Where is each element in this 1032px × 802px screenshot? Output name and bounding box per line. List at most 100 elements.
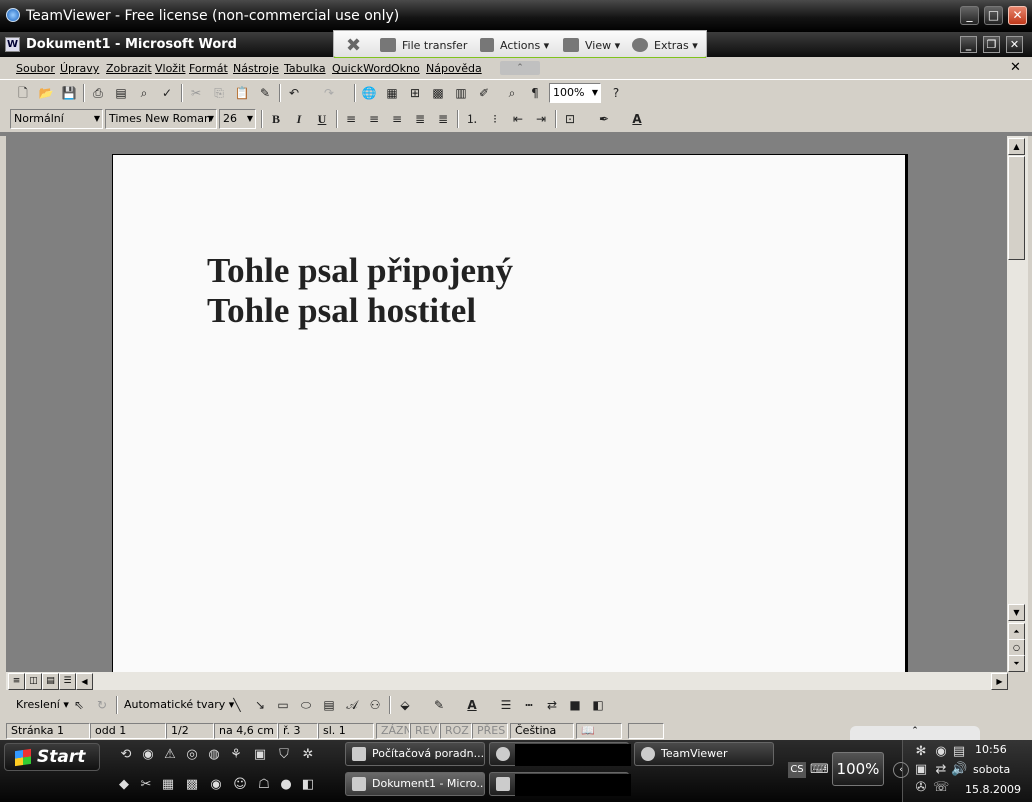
show-hide-marks-icon[interactable]: ¶	[526, 84, 544, 102]
keyboard-icon[interactable]: ⌨	[810, 762, 829, 778]
cut-icon[interactable]: ✂	[187, 84, 205, 102]
paste-icon[interactable]: 📋	[233, 84, 251, 102]
text-box-icon[interactable]: ▤	[320, 696, 338, 714]
columns-icon[interactable]: ▥	[452, 84, 470, 102]
horizontal-scrollbar[interactable]: ≡ ◫ ▤ ☰ ◀ ▶	[6, 672, 1008, 690]
quicklaunch-icon[interactable]: ⟲	[118, 747, 134, 763]
quicklaunch-icon[interactable]: ◍	[206, 747, 222, 763]
line-style-icon[interactable]: ☰	[497, 696, 515, 714]
toolbar-collapse-handle[interactable]: ⌃	[500, 61, 540, 75]
menu-format[interactable]: Formát	[189, 62, 228, 75]
word-app-icon[interactable]: W	[5, 37, 20, 52]
copy-icon[interactable]: ⎘	[210, 84, 228, 102]
increase-indent-icon[interactable]: ⇥	[532, 110, 550, 128]
clock-date[interactable]: 15.8.2009	[965, 783, 1021, 796]
scroll-down-icon[interactable]: ▼	[1008, 604, 1025, 621]
close-session-icon[interactable]: ✖	[346, 35, 361, 56]
minimize-button[interactable]: _	[960, 6, 979, 25]
quicklaunch-icon[interactable]: ⚘	[228, 747, 244, 763]
menu-vlozit[interactable]: Vložit	[155, 62, 185, 75]
quicklaunch-icon[interactable]: ▣	[252, 747, 268, 763]
line-icon[interactable]: ╲	[228, 696, 246, 714]
show-hidden-icons-button[interactable]: ‹	[893, 762, 909, 778]
quicklaunch-icon[interactable]: ◉	[140, 747, 156, 763]
scroll-thumb[interactable]	[1008, 156, 1025, 260]
taskbar-button-word[interactable]: Dokument1 - Micro...	[345, 772, 485, 796]
next-page-icon[interactable]: ⏷	[1008, 655, 1025, 672]
insert-excel-icon[interactable]: ▩	[429, 84, 447, 102]
arrow-style-icon[interactable]: ⇄	[543, 696, 561, 714]
quicklaunch-icon[interactable]: ✂	[138, 777, 154, 793]
tables-borders-icon[interactable]: ▦	[383, 84, 401, 102]
document-map-icon[interactable]: ⌕	[503, 84, 521, 102]
document-line[interactable]: Tohle psal připojený	[207, 251, 513, 291]
extras-menu-button[interactable]: Extras ▾	[632, 38, 698, 52]
spelling-status-icon[interactable]: 📖	[576, 723, 622, 739]
align-left-icon[interactable]: ≡	[342, 110, 360, 128]
tray-icon[interactable]: ◉	[933, 744, 949, 760]
quicklaunch-icon[interactable]: ◎	[184, 747, 200, 763]
line-color-icon[interactable]: ✎	[430, 696, 448, 714]
align-right-icon[interactable]: ≡	[388, 110, 406, 128]
menu-nastroje[interactable]: Nástroje	[233, 62, 279, 75]
tray-icon[interactable]: ✻	[913, 744, 929, 760]
document-page[interactable]: Tohle psal připojený Tohle psal hostitel	[112, 154, 908, 672]
status-record[interactable]: ZÁZN	[376, 723, 410, 739]
wordart-icon[interactable]: 𝒜	[343, 696, 361, 714]
menu-tabulka[interactable]: Tabulka	[284, 62, 326, 75]
clock-day[interactable]: sobota	[973, 763, 1010, 776]
taskbar-button-teamviewer[interactable]: TeamViewer	[634, 742, 774, 766]
highlight-icon[interactable]: ✒	[595, 110, 613, 128]
fill-color-icon[interactable]: ⬙	[396, 696, 414, 714]
new-document-icon[interactable]: 🗋	[14, 84, 32, 102]
bullets-icon[interactable]: ⁝	[486, 110, 504, 128]
rectangle-icon[interactable]: ▭	[274, 696, 292, 714]
italic-button[interactable]: I	[290, 110, 308, 128]
oval-icon[interactable]: ⬭	[297, 696, 315, 714]
clip-art-icon[interactable]: ⚇	[366, 696, 384, 714]
font-select[interactable]: Times New Roman ▼	[105, 109, 217, 129]
free-rotate-icon[interactable]: ↻	[93, 696, 111, 714]
quicklaunch-icon[interactable]: ▦	[160, 777, 176, 793]
redo-icon[interactable]: ↷	[320, 84, 338, 102]
scroll-up-icon[interactable]: ▲	[1008, 138, 1025, 155]
menu-upravy[interactable]: Úpravy	[60, 62, 99, 75]
network-icon[interactable]: ⇄	[933, 762, 949, 778]
close-document-icon[interactable]: ✕	[1010, 60, 1021, 75]
open-folder-icon[interactable]: 📂	[37, 84, 55, 102]
normal-view-icon[interactable]: ≡	[8, 673, 25, 690]
underline-button[interactable]: U	[313, 110, 331, 128]
scroll-left-icon[interactable]: ◀	[76, 673, 93, 690]
word-restore-button[interactable]: ❐	[983, 36, 1000, 53]
maximize-button[interactable]: □	[984, 6, 1003, 25]
distributed-icon[interactable]: ≣	[434, 110, 452, 128]
format-painter-icon[interactable]: ✎	[256, 84, 274, 102]
document-line[interactable]: Tohle psal hostitel	[207, 291, 476, 331]
menu-soubor[interactable]: Soubor	[16, 62, 55, 75]
select-browse-object-icon[interactable]: ○	[1008, 639, 1025, 656]
close-button[interactable]: ✕	[1008, 6, 1027, 25]
justify-icon[interactable]: ≣	[411, 110, 429, 128]
drawing-menu-button[interactable]: Kreslení ▾	[16, 698, 69, 711]
save-icon[interactable]: 💾	[60, 84, 78, 102]
tray-icon[interactable]: ✇	[913, 780, 929, 796]
actions-menu-button[interactable]: Actions ▾	[480, 38, 549, 52]
font-color-icon[interactable]: A	[628, 110, 646, 128]
menu-napoveda[interactable]: Nápověda	[426, 62, 482, 75]
taskbar-button-poradna[interactable]: Počítačová poradn...	[345, 742, 485, 766]
word-minimize-button[interactable]: _	[960, 36, 977, 53]
word-close-button[interactable]: ✕	[1006, 36, 1023, 53]
file-transfer-button[interactable]: File transfer	[380, 38, 467, 52]
scroll-right-icon[interactable]: ▶	[991, 673, 1008, 690]
menu-okno[interactable]: Okno	[391, 62, 420, 75]
quicklaunch-icon[interactable]: ◆	[116, 777, 132, 793]
draw-font-color-icon[interactable]: A	[463, 696, 481, 714]
zoom-select[interactable]: 100% ▼	[549, 83, 601, 103]
start-button[interactable]: Start	[4, 743, 100, 771]
print-icon[interactable]: ⎙	[89, 84, 107, 102]
quicklaunch-icon[interactable]: ☺	[232, 777, 248, 793]
previous-page-icon[interactable]: ⏶	[1008, 623, 1025, 640]
drawing-icon[interactable]: ✐	[475, 84, 493, 102]
research-book-icon[interactable]: ▤	[112, 84, 130, 102]
quicklaunch-icon[interactable]: ⛉	[276, 747, 292, 763]
